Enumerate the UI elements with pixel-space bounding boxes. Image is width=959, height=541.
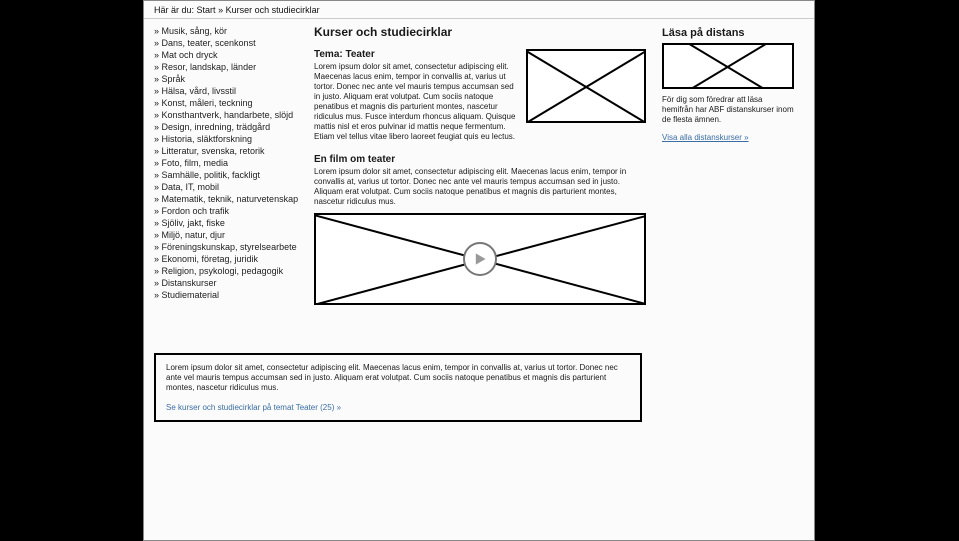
- sidebar-item-label: Sjöliv, jakt, fiske: [162, 218, 225, 228]
- sidebar-item[interactable]: Design, inredning, trädgård: [154, 121, 308, 133]
- sidebar-item[interactable]: Studiematerial: [154, 289, 308, 301]
- breadcrumb-sep: »: [218, 5, 226, 15]
- tema-heading: Tema: Teater: [314, 49, 520, 60]
- sidebar-item[interactable]: Matematik, teknik, naturvetenskap: [154, 193, 308, 205]
- breadcrumb: Här är du: Start » Kurser och studiecirk…: [144, 1, 814, 19]
- sidebar-item-label: Föreningskunskap, styrelsearbete: [162, 242, 297, 252]
- show-all-distance-link[interactable]: Visa alla distanskurser »: [662, 133, 749, 142]
- sidebar-item-label: Foto, film, media: [162, 158, 229, 168]
- sidebar-item[interactable]: Foto, film, media: [154, 157, 308, 169]
- sidebar-item-label: Språk: [162, 74, 186, 84]
- sidebar-item[interactable]: Distanskurser: [154, 277, 308, 289]
- sidebar-item[interactable]: Föreningskunskap, styrelsearbete: [154, 241, 308, 253]
- sidebar: Musik, sång, kör Dans, teater, scenkonst…: [144, 23, 314, 303]
- film-heading: En film om teater: [314, 154, 646, 165]
- sidebar-item[interactable]: Hälsa, vård, livsstil: [154, 85, 308, 97]
- see-courses-link[interactable]: Se kurser och studiecirklar på temat Tea…: [166, 403, 341, 412]
- sidebar-item-label: Ekonomi, företag, juridik: [162, 254, 259, 264]
- sidebar-item-label: Fordon och trafik: [162, 206, 230, 216]
- sidebar-item-label: Religion, psykologi, pedagogik: [162, 266, 284, 276]
- sidebar-item[interactable]: Ekonomi, företag, juridik: [154, 253, 308, 265]
- sidebar-item-label: Resor, landskap, länder: [162, 62, 257, 72]
- sidebar-item-label: Litteratur, svenska, retorik: [162, 146, 265, 156]
- page-title: Kurser och studiecirklar: [314, 25, 646, 39]
- video-placeholder[interactable]: [314, 213, 646, 305]
- sidebar-item-label: Matematik, teknik, naturvetenskap: [162, 194, 299, 204]
- lower-box: Lorem ipsum dolor sit amet, consectetur …: [154, 353, 642, 422]
- sidebar-item[interactable]: Litteratur, svenska, retorik: [154, 145, 308, 157]
- sidebar-item[interactable]: Miljö, natur, djur: [154, 229, 308, 241]
- right-body: För dig som föredrar att läsa hemifrån h…: [662, 95, 794, 125]
- sidebar-item[interactable]: Sjöliv, jakt, fiske: [154, 217, 308, 229]
- sidebar-item[interactable]: Konst, måleri, teckning: [154, 97, 308, 109]
- sidebar-item[interactable]: Dans, teater, scenkonst: [154, 37, 308, 49]
- sidebar-item[interactable]: Mat och dryck: [154, 49, 308, 61]
- main-column: Kurser och studiecirklar Tema: Teater Lo…: [314, 23, 654, 305]
- sidebar-item-label: Dans, teater, scenkonst: [162, 38, 256, 48]
- film-body: Lorem ipsum dolor sit amet, consectetur …: [314, 167, 646, 207]
- breadcrumb-prefix: Här är du:: [154, 5, 197, 15]
- sidebar-item[interactable]: Språk: [154, 73, 308, 85]
- columns: Musik, sång, kör Dans, teater, scenkonst…: [144, 19, 814, 305]
- image-placeholder-icon: [526, 49, 646, 123]
- sidebar-item[interactable]: Musik, sång, kör: [154, 25, 308, 37]
- sidebar-item-label: Studiematerial: [162, 290, 220, 300]
- sidebar-item[interactable]: Samhälle, politik, fackligt: [154, 169, 308, 181]
- page-wireframe: Här är du: Start » Kurser och studiecirk…: [143, 0, 815, 541]
- lower-body: Lorem ipsum dolor sit amet, consectetur …: [166, 363, 630, 393]
- breadcrumb-start[interactable]: Start: [197, 5, 216, 15]
- breadcrumb-current[interactable]: Kurser och studiecirklar: [226, 5, 320, 15]
- sidebar-item-label: Konst, måleri, teckning: [162, 98, 253, 108]
- sidebar-item[interactable]: Resor, landskap, länder: [154, 61, 308, 73]
- sidebar-item-label: Hälsa, vård, livsstil: [162, 86, 237, 96]
- sidebar-item-label: Samhälle, politik, fackligt: [162, 170, 261, 180]
- tema-text: Tema: Teater Lorem ipsum dolor sit amet,…: [314, 49, 520, 148]
- sidebar-item-label: Mat och dryck: [162, 50, 218, 60]
- sidebar-item[interactable]: Fordon och trafik: [154, 205, 308, 217]
- sidebar-item[interactable]: Religion, psykologi, pedagogik: [154, 265, 308, 277]
- tema-block: Tema: Teater Lorem ipsum dolor sit amet,…: [314, 49, 646, 148]
- sidebar-item-label: Distanskurser: [162, 278, 217, 288]
- sidebar-item-label: Data, IT, mobil: [162, 182, 220, 192]
- sidebar-item[interactable]: Konsthantverk, handarbete, slöjd: [154, 109, 308, 121]
- image-placeholder-icon: [662, 43, 794, 89]
- play-icon[interactable]: [463, 242, 497, 276]
- sidebar-item[interactable]: Data, IT, mobil: [154, 181, 308, 193]
- right-title: Läsa på distans: [662, 27, 794, 39]
- right-column: Läsa på distans För dig som föredrar att…: [654, 23, 804, 142]
- sidebar-item-label: Historia, släktforskning: [162, 134, 253, 144]
- sidebar-item-label: Miljö, natur, djur: [162, 230, 226, 240]
- sidebar-item-label: Design, inredning, trädgård: [162, 122, 271, 132]
- sidebar-item-label: Musik, sång, kör: [162, 26, 228, 36]
- tema-body: Lorem ipsum dolor sit amet, consectetur …: [314, 62, 520, 142]
- sidebar-item-label: Konsthantverk, handarbete, slöjd: [162, 110, 294, 120]
- sidebar-item[interactable]: Historia, släktforskning: [154, 133, 308, 145]
